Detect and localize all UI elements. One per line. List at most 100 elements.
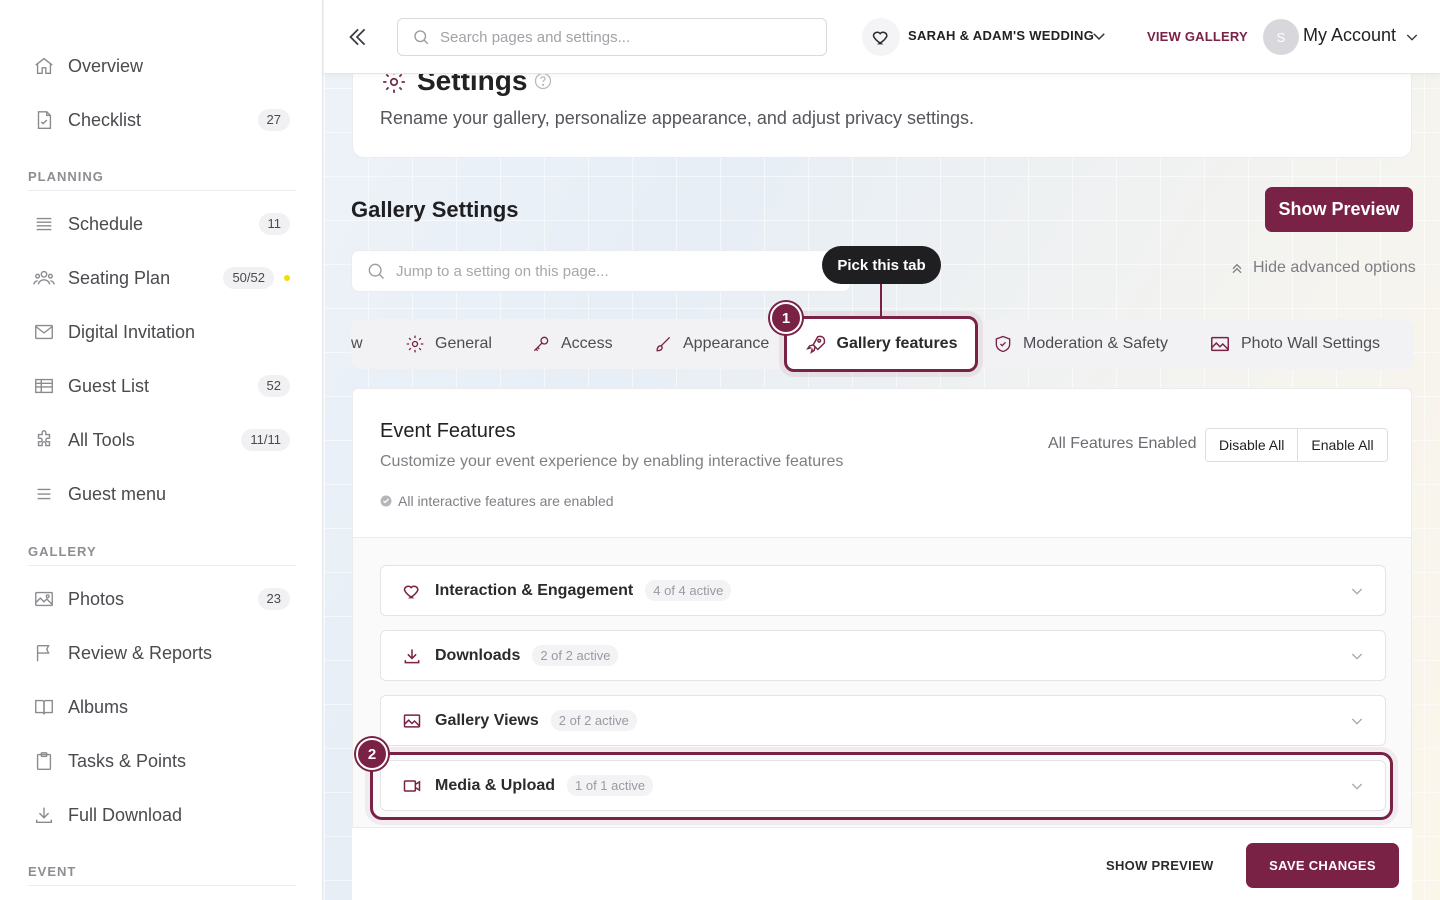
status-text: All interactive features are enabled [398, 493, 614, 509]
download-icon [401, 646, 423, 666]
sidebar-item-label: Digital Invitation [68, 321, 196, 342]
view-gallery-link[interactable]: VIEW GALLERY [1147, 29, 1248, 44]
tab-label: Access [561, 335, 613, 352]
sidebar-item-full-download[interactable]: Full Download [20, 795, 302, 835]
footer-show-preview-button[interactable]: SHOW PREVIEW [1106, 858, 1214, 873]
features-summary: All Features Enabled [1048, 435, 1197, 452]
section-label-gallery: GALLERY [28, 544, 97, 559]
count-badge: 11/11 [241, 429, 290, 451]
sidebar-item-schedule[interactable]: Schedule 11 [20, 204, 302, 244]
sidebar-item-seating-plan[interactable]: Seating Plan 50/52 [20, 258, 302, 298]
sidebar-item-label: Overview [68, 55, 144, 76]
image-icon [1209, 333, 1231, 355]
tooltip-connector [880, 284, 882, 318]
sidebar-item-digital-invitation[interactable]: Digital Invitation [20, 312, 302, 352]
avatar[interactable]: S [1263, 19, 1299, 55]
collapse-sidebar-icon[interactable] [344, 24, 370, 50]
tutorial-tooltip: Pick this tab [822, 246, 941, 284]
account-menu[interactable]: My Account [1303, 25, 1396, 46]
tab-label: Appearance [683, 335, 770, 352]
chevron-down-icon[interactable] [1404, 29, 1420, 45]
search-icon [412, 28, 430, 46]
sidebar-item-overview[interactable]: Overview [20, 46, 302, 86]
chevron-down-icon [1349, 583, 1365, 599]
help-icon[interactable] [533, 71, 553, 91]
accordion-interaction-engagement[interactable]: Interaction & Engagement 4 of 4 active [380, 565, 1386, 616]
sidebar-item-label: Schedule [68, 213, 144, 234]
topbar: SARAH & ADAM'S WEDDING VIEW GALLERY S My… [324, 0, 1440, 74]
checklist-icon [32, 108, 56, 132]
event-selector[interactable]: SARAH & ADAM'S WEDDING [908, 28, 1094, 43]
book-icon [32, 695, 56, 719]
count-badge: 11 [258, 213, 290, 235]
sidebar-item-label: Albums [68, 696, 129, 717]
count-badge: 52 [257, 375, 290, 397]
section-label-event: EVENT [28, 864, 77, 879]
video-icon [401, 776, 423, 796]
chevron-down-icon [1349, 713, 1365, 729]
clipboard-icon [32, 749, 56, 773]
tab-appearance[interactable]: Appearance [653, 319, 769, 369]
envelope-icon [32, 320, 56, 344]
sidebar-item-label: Guest menu [68, 483, 167, 504]
chevron-down-icon [1349, 778, 1365, 794]
tab-moderation-safety[interactable]: Moderation & Safety [993, 319, 1168, 369]
sidebar-item-guest-menu[interactable]: Guest menu [20, 474, 302, 514]
rocket-icon [805, 333, 827, 355]
tab-overview-partial[interactable]: w [351, 319, 363, 369]
jump-to-setting-search[interactable] [351, 250, 851, 292]
accordion-title: Interaction & Engagement [435, 581, 634, 599]
check-circle-icon [380, 495, 392, 507]
sidebar-item-review-reports[interactable]: Review & Reports [20, 633, 302, 673]
flag-icon [32, 641, 56, 665]
accordion-title: Gallery Views [435, 711, 539, 729]
disable-all-button[interactable]: Disable All [1206, 429, 1298, 461]
accordion-title: Downloads [435, 646, 521, 664]
key-icon [531, 334, 551, 354]
footer-actions: SHOW PREVIEW SAVE CHANGES [352, 827, 1412, 900]
accordion-gallery-views[interactable]: Gallery Views 2 of 2 active [380, 695, 1386, 746]
sidebar-item-label: Photos [68, 588, 125, 609]
sidebar-item-tasks-points[interactable]: Tasks & Points [20, 741, 302, 781]
heart-icon[interactable] [862, 18, 900, 56]
hide-advanced-toggle[interactable]: Hide advanced options [1229, 259, 1416, 277]
enable-all-button[interactable]: Enable All [1297, 429, 1387, 461]
menu-icon [32, 482, 56, 506]
sidebar-item-label: Guest List [68, 375, 150, 396]
chevron-down-icon[interactable] [1090, 27, 1108, 45]
sidebar-item-albums[interactable]: Albums [20, 687, 302, 727]
show-preview-button[interactable]: Show Preview [1265, 187, 1413, 232]
tab-gallery-features[interactable]: Gallery features [784, 316, 978, 372]
jump-search-input[interactable] [396, 262, 816, 280]
active-count-badge: 1 of 1 active [567, 775, 654, 796]
list-icon [32, 212, 56, 236]
accordion-media-upload[interactable]: Media & Upload 1 of 1 active [380, 760, 1386, 811]
step-marker-1: 1 [770, 302, 802, 334]
download-icon [32, 803, 56, 827]
hide-advanced-label: Hide advanced options [1253, 259, 1416, 276]
search-input[interactable] [440, 28, 800, 46]
save-changes-button[interactable]: SAVE CHANGES [1246, 843, 1399, 888]
brush-icon [653, 334, 673, 354]
count-badge: 50/52 [223, 267, 274, 289]
section-title: Gallery Settings [351, 197, 519, 222]
status-dot [284, 275, 290, 281]
accordion-downloads[interactable]: Downloads 2 of 2 active [380, 630, 1386, 681]
page-description: Rename your gallery, personalize appeara… [380, 108, 974, 128]
tab-photo-wall-settings[interactable]: Photo Wall Settings [1209, 319, 1380, 369]
sidebar-item-label: Review & Reports [68, 642, 213, 663]
tab-general[interactable]: General [405, 319, 492, 369]
tab-access[interactable]: Access [531, 319, 613, 369]
people-icon [32, 266, 56, 290]
section-divider [28, 565, 296, 566]
section-divider [28, 190, 296, 191]
tab-label: Photo Wall Settings [1241, 335, 1381, 352]
sidebar-item-all-tools[interactable]: All Tools 11/11 [20, 420, 302, 460]
sidebar-item-label: Checklist [68, 109, 142, 130]
sidebar-item-photos[interactable]: Photos 23 [20, 579, 302, 619]
sidebar-item-guest-list[interactable]: Guest List 52 [20, 366, 302, 406]
sidebar-item-checklist[interactable]: Checklist 27 [20, 100, 302, 140]
sidebar-item-label: Full Download [68, 804, 183, 825]
global-search[interactable] [397, 18, 827, 56]
tab-label: Gallery features [836, 335, 958, 352]
